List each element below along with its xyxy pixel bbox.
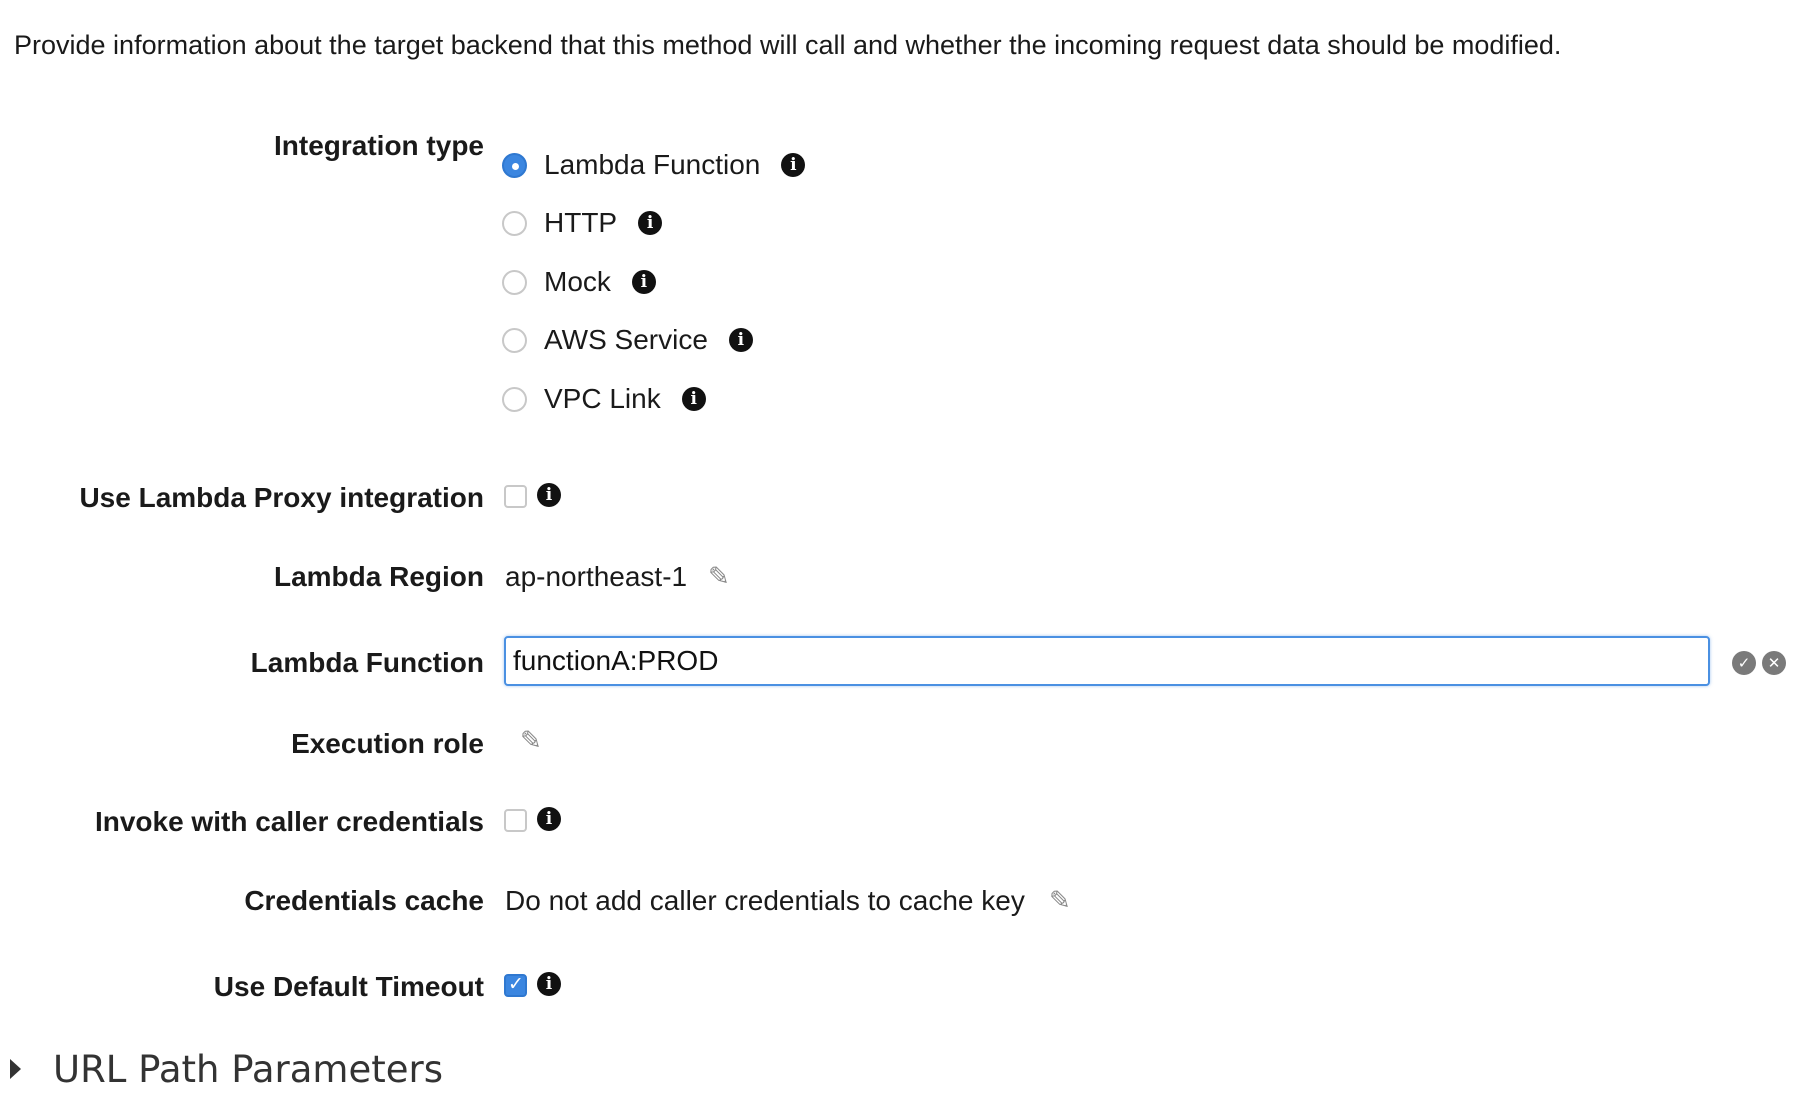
info-icon[interactable]: i (631, 270, 656, 294)
lambda-function-input[interactable] (504, 636, 1710, 686)
radio-option-aws-service[interactable]: AWS Service i (502, 320, 753, 360)
invoke-caller-credentials-checkbox[interactable] (504, 809, 527, 832)
url-path-parameters-toggle[interactable]: URL Path Parameters (10, 1046, 443, 1092)
integration-type-label: Integration type (273, 130, 484, 161)
radio-button-vpc-link[interactable] (502, 386, 527, 412)
radio-label-vpc-link: VPC Link (544, 383, 661, 414)
pencil-icon[interactable]: ✎ (708, 564, 730, 590)
caret-right-icon[interactable] (10, 1059, 21, 1079)
radio-label-lambda-function: Lambda Function (544, 149, 761, 180)
radio-label-http: HTTP (544, 207, 618, 238)
lambda-proxy-checkbox[interactable] (504, 485, 527, 508)
lambda-region-label: Lambda Region (273, 561, 484, 592)
radio-button-mock[interactable] (502, 269, 527, 295)
radio-button-lambda-function[interactable] (502, 152, 527, 178)
execution-role-label: Execution role (291, 728, 484, 759)
lambda-proxy-label: Use Lambda Proxy integration (79, 482, 484, 513)
credentials-cache-value: Do not add caller credentials to cache k… (505, 885, 1025, 916)
info-icon[interactable]: i (537, 972, 561, 996)
x-circle-icon[interactable]: ✕ (1762, 651, 1786, 675)
radio-label-aws-service: AWS Service (544, 324, 708, 355)
intro-text: Provide information about the target bac… (14, 30, 1562, 60)
radio-option-mock[interactable]: Mock i (502, 262, 656, 302)
url-path-parameters-title: URL Path Parameters (53, 1047, 443, 1091)
radio-button-http[interactable] (502, 210, 527, 236)
invoke-caller-credentials-label: Invoke with caller credentials (94, 806, 484, 837)
radio-option-http[interactable]: HTTP i (502, 203, 663, 243)
lambda-function-label: Lambda Function (250, 647, 484, 678)
default-timeout-label: Use Default Timeout (213, 971, 484, 1002)
info-icon[interactable]: i (781, 153, 806, 177)
radio-option-lambda-function[interactable]: Lambda Function i (502, 145, 806, 185)
credentials-cache-label: Credentials cache (244, 885, 484, 916)
lambda-region-value: ap-northeast-1 (505, 561, 688, 592)
radio-button-aws-service[interactable] (502, 327, 527, 353)
radio-label-mock: Mock (544, 266, 611, 297)
pencil-icon[interactable]: ✎ (1049, 888, 1071, 914)
check-circle-icon[interactable]: ✓ (1732, 651, 1756, 675)
info-icon[interactable]: i (537, 483, 561, 507)
info-icon[interactable]: i (537, 807, 561, 831)
info-icon[interactable]: i (638, 211, 663, 235)
radio-option-vpc-link[interactable]: VPC Link i (502, 379, 706, 419)
pencil-icon[interactable]: ✎ (520, 728, 542, 754)
info-icon[interactable]: i (681, 387, 706, 411)
default-timeout-checkbox[interactable] (504, 973, 527, 997)
info-icon[interactable]: i (728, 328, 753, 352)
